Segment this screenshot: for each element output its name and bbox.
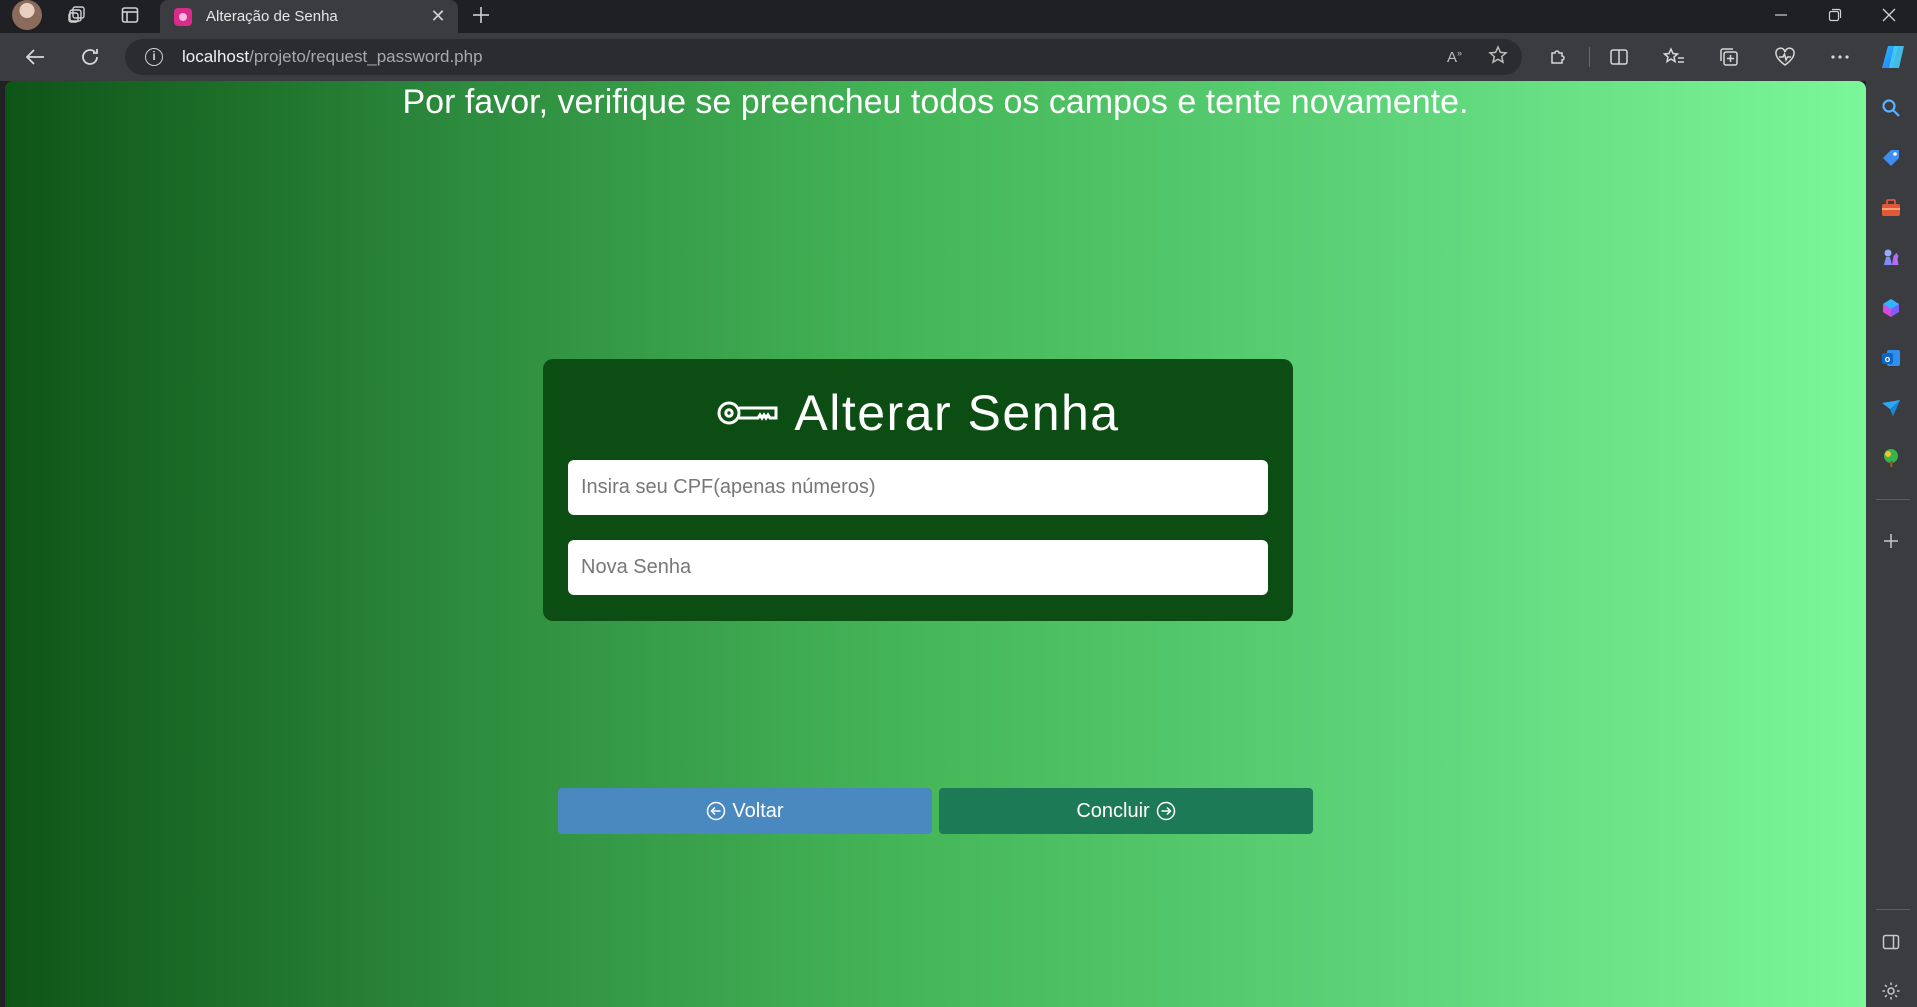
refresh-icon[interactable] (70, 33, 110, 81)
favorites-icon[interactable] (1654, 33, 1694, 81)
close-window-icon[interactable] (1861, 0, 1917, 29)
key-icon (717, 401, 778, 425)
avatar (12, 0, 42, 30)
site-favicon-icon (174, 7, 192, 26)
error-message: Por favor, verifique se preencheu todos … (402, 83, 1469, 121)
submit-button[interactable]: Concluir (939, 788, 1313, 834)
tab-title: Alteração de Senha (206, 8, 338, 25)
sidebar-divider (1876, 499, 1910, 500)
card-title: Alterar Senha (794, 385, 1120, 441)
toolbar-separator (1589, 47, 1590, 67)
back-button-label: Voltar (732, 799, 784, 822)
puzzle-icon[interactable] (1538, 33, 1578, 81)
sidebar-divider-bottom (1876, 909, 1910, 910)
svg-text:o: o (1885, 354, 1891, 364)
briefcase-icon[interactable] (1876, 193, 1906, 223)
address-bar[interactable]: i localhost/projeto/request_password.php… (125, 39, 1522, 75)
copilot-icon[interactable] (1873, 33, 1913, 81)
url-path: /projeto/request_password.php (249, 47, 483, 66)
restore-icon[interactable] (1807, 0, 1863, 29)
edge-sidebar: o (1866, 81, 1917, 1007)
add-sidebar-app-icon[interactable] (1876, 526, 1906, 556)
tab-bar: Alteração de Senha ✕ (0, 0, 1917, 33)
sidebar-toggle-icon[interactable] (1876, 927, 1906, 957)
back-arrow-icon[interactable] (15, 33, 55, 81)
back-button[interactable]: Voltar (558, 788, 932, 834)
tree-icon[interactable] (1876, 443, 1906, 473)
tag-icon[interactable] (1876, 143, 1906, 173)
active-tab[interactable]: Alteração de Senha ✕ (160, 0, 458, 33)
browser-toolbar: i localhost/projeto/request_password.php… (0, 33, 1917, 81)
profile-button[interactable] (10, 0, 44, 30)
microsoft-365-icon[interactable] (1876, 293, 1906, 323)
minimize-icon[interactable] (1753, 0, 1809, 29)
send-icon[interactable] (1876, 393, 1906, 423)
new-tab-button[interactable] (466, 0, 496, 29)
more-icon[interactable] (1820, 33, 1860, 81)
site-info-icon[interactable]: i (145, 48, 163, 66)
collections-icon[interactable] (1709, 33, 1749, 81)
chess-icon[interactable] (1876, 243, 1906, 273)
arrow-right-circle-icon (1156, 801, 1175, 821)
settings-icon[interactable] (1876, 976, 1906, 1006)
close-tab-icon[interactable]: ✕ (428, 6, 448, 26)
submit-button-label: Concluir (1076, 799, 1150, 822)
card-header: Alterar Senha (543, 383, 1293, 443)
split-screen-icon[interactable] (1599, 33, 1639, 81)
new-password-input[interactable] (568, 540, 1268, 595)
read-aloud-icon[interactable]: A» (1447, 48, 1462, 66)
workspaces-icon[interactable] (62, 0, 92, 29)
star-icon[interactable] (1488, 44, 1508, 70)
tab-actions-icon[interactable] (115, 0, 145, 29)
outlook-icon[interactable]: o (1876, 343, 1906, 373)
search-icon[interactable] (1876, 93, 1906, 123)
page-viewport: Por favor, verifique se preencheu todos … (5, 81, 1866, 1007)
cpf-input[interactable] (568, 460, 1268, 515)
arrow-left-circle-icon (707, 801, 726, 821)
url-text: localhost/projeto/request_password.php (182, 47, 483, 67)
address-bar-icons: A» (1447, 39, 1508, 75)
url-host: localhost (182, 47, 250, 66)
change-password-card: Alterar Senha (543, 359, 1293, 621)
heart-pulse-icon[interactable] (1765, 33, 1805, 81)
